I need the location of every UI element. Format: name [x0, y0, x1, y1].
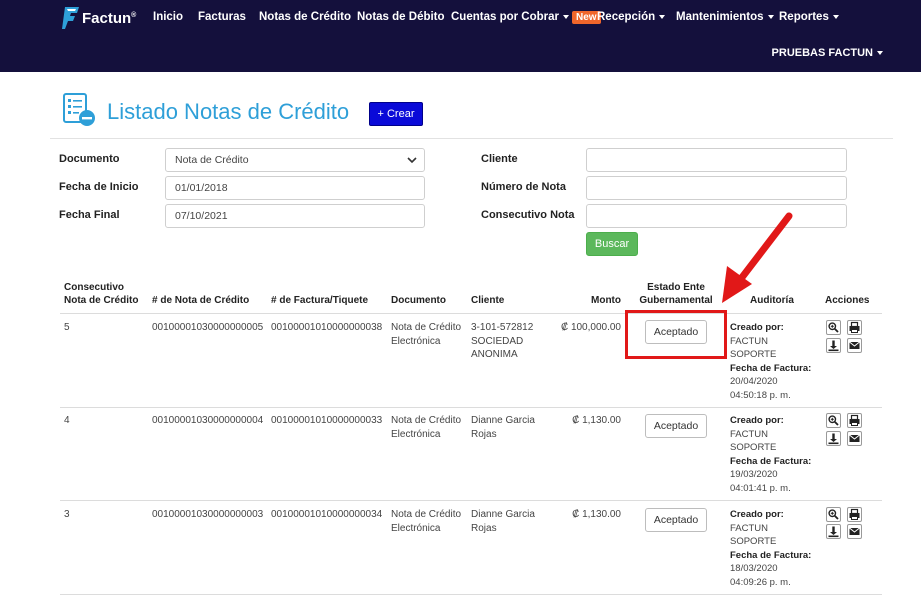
estado-button[interactable]: Aceptado: [645, 414, 707, 438]
chevron-down-icon: [407, 157, 417, 164]
cell-monto: ₡ 100,000.00: [560, 322, 621, 333]
consecutivo-nota-label: Consecutivo Nota: [481, 209, 575, 221]
cell-consecutivo: 5: [64, 322, 70, 333]
col-consecutivo[interactable]: Consecutivo Nota de Crédito: [64, 281, 144, 307]
nav-facturas[interactable]: Facturas: [198, 11, 246, 23]
view-button[interactable]: [826, 413, 841, 428]
col-numero-factura[interactable]: # de Factura/Tiquete: [271, 294, 368, 307]
numero-nota-input[interactable]: [586, 176, 847, 200]
chevron-down-icon: [877, 51, 883, 56]
print-icon: [849, 321, 860, 333]
cliente-label: Cliente: [481, 153, 518, 165]
col-monto[interactable]: Monto: [560, 294, 621, 307]
nav-reportes[interactable]: Reportes: [779, 11, 839, 23]
row-divider: [60, 500, 882, 501]
documento-select[interactable]: Nota de Crédito: [165, 148, 425, 172]
col-auditoria[interactable]: Auditoría: [750, 294, 794, 307]
fecha-final-label: Fecha Final: [59, 209, 120, 221]
email-button[interactable]: [847, 524, 862, 539]
download-button[interactable]: [826, 524, 841, 539]
email-icon: [849, 341, 860, 349]
download-icon: [828, 340, 839, 352]
chevron-down-icon: [659, 14, 666, 19]
consecutivo-nota-input[interactable]: [586, 204, 847, 228]
cell-numero-factura: 00100001010000000038: [271, 322, 383, 333]
print-button[interactable]: [847, 413, 862, 428]
chevron-down-icon: [832, 14, 839, 19]
top-navbar: Factun® Inicio Facturas Notas de Crédito…: [0, 0, 921, 72]
numero-nota-label: Número de Nota: [481, 181, 566, 193]
factun-logo-icon: [62, 7, 79, 29]
fecha-inicio-input[interactable]: 01/01/2018: [165, 176, 425, 200]
view-button[interactable]: [826, 320, 841, 335]
email-button[interactable]: [847, 431, 862, 446]
cell-consecutivo: 4: [64, 415, 70, 426]
email-button[interactable]: [847, 338, 862, 353]
annotation-highlight-box: [625, 310, 727, 359]
cliente-input[interactable]: [586, 148, 847, 172]
divider: [50, 138, 893, 139]
nav-mantenimientos[interactable]: Mantenimientos: [676, 11, 774, 23]
document-list-icon: [63, 93, 95, 126]
cell-auditoria: Creado por: FACTUN SOPORTE Fecha de Factur…: [730, 509, 812, 588]
print-icon: [849, 414, 860, 426]
table-header-divider: [60, 313, 882, 314]
zoom-icon: [828, 415, 839, 426]
brand-name: Factun®: [82, 9, 137, 27]
col-acciones: Acciones: [825, 295, 870, 306]
user-menu[interactable]: PRUEBAS FACTUN: [772, 47, 883, 59]
cell-monto: ₡ 1,130.00: [572, 509, 621, 520]
cell-consecutivo: 3: [64, 509, 70, 520]
download-icon: [828, 526, 839, 538]
cell-cliente: Dianne Garcia Rojas: [471, 509, 535, 534]
print-button[interactable]: [847, 320, 862, 335]
nav-notas-debito[interactable]: Notas de Débito: [357, 11, 445, 23]
cell-documento: Nota de Crédito Electrónica: [391, 509, 462, 534]
download-icon: [828, 433, 839, 445]
cell-documento: Nota de Crédito Electrónica: [391, 322, 462, 347]
page-title: Listado Notas de Crédito: [107, 99, 350, 124]
print-icon: [849, 508, 860, 520]
cell-numero-nota: 00100001030000000003: [152, 509, 264, 520]
create-button[interactable]: + Crear: [369, 102, 423, 126]
cell-documento: Nota de Crédito Electrónica: [391, 415, 462, 440]
download-button[interactable]: [826, 431, 841, 446]
cell-numero-factura: 00100001010000000033: [271, 415, 383, 426]
download-button[interactable]: [826, 338, 841, 353]
chevron-down-icon: [767, 14, 774, 19]
nav-inicio[interactable]: Inicio: [153, 11, 183, 23]
view-button[interactable]: [826, 507, 841, 522]
print-button[interactable]: [847, 507, 862, 522]
email-icon: [849, 527, 860, 535]
chevron-down-icon: [563, 14, 569, 19]
col-cliente[interactable]: Cliente: [471, 294, 504, 307]
cell-auditoria: Creado por: FACTUN SOPORTE Fecha de Factur…: [730, 322, 812, 401]
fecha-final-input[interactable]: 07/10/2021: [165, 204, 425, 228]
cell-cliente: Dianne Garcia Rojas: [471, 415, 535, 440]
email-icon: [849, 434, 860, 442]
brand-logo[interactable]: Factun®: [62, 6, 136, 30]
fecha-inicio-label: Fecha de Inicio: [59, 181, 139, 193]
nav-recepcion[interactable]: Recepción: [597, 11, 666, 23]
estado-button[interactable]: Aceptado: [645, 508, 707, 532]
zoom-icon: [828, 509, 839, 520]
cell-numero-nota: 00100001030000000005: [152, 322, 264, 333]
row-divider: [60, 407, 882, 408]
nav-notas-credito[interactable]: Notas de Crédito: [259, 11, 351, 23]
documento-label: Documento: [59, 153, 120, 165]
col-documento[interactable]: Documento: [391, 294, 446, 307]
cell-monto: ₡ 1,130.00: [572, 415, 621, 426]
col-estado[interactable]: Estado Ente Gubernamental: [635, 281, 717, 307]
row-divider: [60, 594, 882, 595]
nav-cuentas-cobrar[interactable]: Cuentas por Cobrar New: [451, 11, 601, 24]
col-numero-nota[interactable]: # de Nota de Crédito: [152, 294, 249, 307]
cell-auditoria: Creado por: FACTUN SOPORTE Fecha de Factur…: [730, 415, 812, 494]
search-button[interactable]: Buscar: [586, 232, 638, 256]
cell-cliente: 3-101-572812 SOCIEDAD ANONIMA: [471, 322, 534, 360]
cell-numero-factura: 00100001010000000034: [271, 509, 383, 520]
cell-numero-nota: 00100001030000000004: [152, 415, 264, 426]
zoom-icon: [828, 322, 839, 333]
